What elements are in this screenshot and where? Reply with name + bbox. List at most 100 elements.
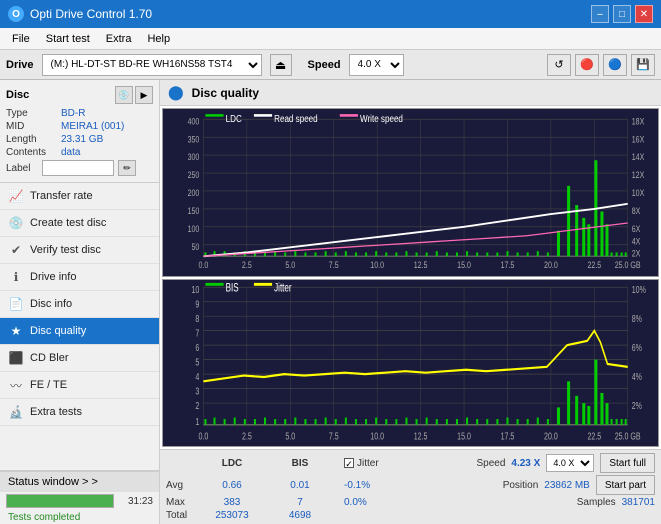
disc-quality-header-icon: ⬤ bbox=[168, 84, 184, 101]
speed-stat-val: 4.23 X bbox=[511, 458, 540, 469]
sidebar-item-cd-bler[interactable]: ⬛ CD Bler bbox=[0, 345, 159, 372]
svg-text:2: 2 bbox=[195, 399, 199, 411]
sidebar-item-label: Disc quality bbox=[30, 325, 86, 337]
sidebar-item-disc-info[interactable]: 📄 Disc info bbox=[0, 291, 159, 318]
sidebar-item-verify-test-disc[interactable]: ✔ Verify test disc bbox=[0, 237, 159, 264]
start-full-button[interactable]: Start full bbox=[600, 453, 655, 473]
disc-icon-btn-2[interactable]: ▶ bbox=[135, 86, 153, 104]
svg-text:25.0 GB: 25.0 GB bbox=[615, 260, 641, 270]
maximize-button[interactable]: □ bbox=[613, 5, 631, 23]
total-label: Total bbox=[166, 510, 198, 521]
svg-text:20.0: 20.0 bbox=[544, 429, 558, 441]
drive-action-buttons: ↺ 🔴 🔵 💾 bbox=[547, 54, 655, 76]
avg-ldc: 0.66 bbox=[198, 480, 266, 491]
svg-text:25.0 GB: 25.0 GB bbox=[615, 429, 641, 441]
sidebar-item-label: FE / TE bbox=[30, 379, 67, 391]
app-icon: O bbox=[8, 6, 24, 22]
jitter-checkbox[interactable]: ✓ bbox=[344, 458, 354, 468]
main-content: ⬤ Disc quality bbox=[160, 80, 661, 524]
svg-text:5.0: 5.0 bbox=[285, 429, 295, 441]
max-jitter: 0.0% bbox=[344, 497, 367, 508]
position-val: 23862 MB bbox=[544, 480, 590, 491]
disc-icon-btn-1[interactable]: 💿 bbox=[115, 86, 133, 104]
create-test-disc-icon: 💿 bbox=[8, 215, 24, 231]
start-part-button[interactable]: Start part bbox=[596, 475, 655, 495]
svg-text:4%: 4% bbox=[632, 370, 642, 382]
drive-bar: Drive (M:) HL-DT-ST BD-RE WH16NS58 TST4 … bbox=[0, 50, 661, 80]
charts-area: 400 350 300 250 200 150 100 50 18X 16X 1… bbox=[160, 106, 661, 449]
max-label: Max bbox=[166, 497, 198, 508]
svg-text:2.5: 2.5 bbox=[242, 429, 252, 441]
disc-label-key: Label bbox=[6, 163, 38, 174]
status-time: 31:23 bbox=[118, 496, 153, 507]
sidebar-item-create-test-disc[interactable]: 💿 Create test disc bbox=[0, 210, 159, 237]
svg-text:10.0: 10.0 bbox=[370, 260, 384, 270]
drive-label: Drive bbox=[6, 59, 34, 71]
eject-button[interactable]: ⏏ bbox=[270, 54, 292, 76]
svg-text:17.5: 17.5 bbox=[501, 429, 515, 441]
window-controls: – □ ✕ bbox=[591, 5, 653, 23]
sidebar-item-label: CD Bler bbox=[30, 352, 69, 364]
samples-label: Samples bbox=[577, 497, 616, 508]
svg-text:1: 1 bbox=[195, 415, 199, 427]
menu-extra[interactable]: Extra bbox=[98, 31, 140, 47]
speed-stat-select[interactable]: 4.0 X bbox=[546, 454, 594, 472]
svg-text:15.0: 15.0 bbox=[457, 429, 471, 441]
drive-info-icon: ℹ bbox=[8, 269, 24, 285]
transfer-rate-icon: 📈 bbox=[8, 188, 24, 204]
sidebar-item-disc-quality[interactable]: ★ Disc quality bbox=[0, 318, 159, 345]
svg-text:200: 200 bbox=[188, 188, 200, 198]
sidebar-item-drive-info[interactable]: ℹ Drive info bbox=[0, 264, 159, 291]
speed-stat-label: Speed bbox=[476, 458, 505, 469]
sidebar-item-extra-tests[interactable]: 🔬 Extra tests bbox=[0, 399, 159, 426]
close-button[interactable]: ✕ bbox=[635, 5, 653, 23]
sidebar-item-label: Transfer rate bbox=[30, 190, 93, 202]
svg-text:10.0: 10.0 bbox=[370, 429, 384, 441]
sidebar-item-label: Extra tests bbox=[30, 406, 82, 418]
sidebar: Disc 💿 ▶ Type BD-R MID MEIRA1 (001) Leng… bbox=[0, 80, 160, 524]
disc-quality-header: ⬤ Disc quality bbox=[160, 80, 661, 106]
svg-text:250: 250 bbox=[188, 170, 200, 180]
erase-button[interactable]: 🔵 bbox=[603, 54, 627, 76]
status-progress-bar bbox=[6, 494, 114, 508]
svg-text:12X: 12X bbox=[632, 170, 645, 180]
sidebar-item-fe-te[interactable]: 〰 FE / TE bbox=[0, 372, 159, 399]
drive-select[interactable]: (M:) HL-DT-ST BD-RE WH16NS58 TST4 bbox=[42, 54, 262, 76]
svg-text:10: 10 bbox=[192, 283, 200, 295]
verify-test-disc-icon: ✔ bbox=[8, 242, 24, 258]
svg-text:7: 7 bbox=[195, 327, 199, 339]
burn-button[interactable]: 🔴 bbox=[575, 54, 599, 76]
speed-label: Speed bbox=[308, 59, 341, 71]
disc-quality-title: Disc quality bbox=[192, 86, 259, 100]
menu-file[interactable]: File bbox=[4, 31, 38, 47]
sidebar-item-transfer-rate[interactable]: 📈 Transfer rate bbox=[0, 183, 159, 210]
svg-text:350: 350 bbox=[188, 135, 200, 145]
save-button[interactable]: 💾 bbox=[631, 54, 655, 76]
speed-select[interactable]: 4.0 X bbox=[349, 54, 404, 76]
menu-start-test[interactable]: Start test bbox=[38, 31, 98, 47]
menu-help[interactable]: Help bbox=[139, 31, 178, 47]
disc-length-val: 23.31 GB bbox=[61, 134, 103, 145]
disc-mid-key: MID bbox=[6, 121, 61, 132]
disc-label-edit-button[interactable]: ✏ bbox=[118, 160, 136, 176]
svg-text:400: 400 bbox=[188, 117, 200, 127]
stats-panel: LDC BIS ✓ Jitter Speed 4.23 X 4.0 X Star… bbox=[160, 449, 661, 524]
main-layout: Disc 💿 ▶ Type BD-R MID MEIRA1 (001) Leng… bbox=[0, 80, 661, 524]
svg-text:18X: 18X bbox=[632, 117, 645, 127]
svg-text:LDC: LDC bbox=[226, 113, 242, 124]
total-bis: 4698 bbox=[266, 510, 334, 521]
chart-ldc-svg: 400 350 300 250 200 150 100 50 18X 16X 1… bbox=[163, 109, 658, 276]
disc-label-input[interactable] bbox=[42, 160, 114, 176]
svg-text:5: 5 bbox=[195, 356, 199, 368]
refresh-button[interactable]: ↺ bbox=[547, 54, 571, 76]
disc-section-label: Disc bbox=[6, 89, 29, 101]
status-window-button[interactable]: Status window > > bbox=[0, 471, 159, 492]
disc-info-panel: Disc 💿 ▶ Type BD-R MID MEIRA1 (001) Leng… bbox=[0, 80, 159, 183]
minimize-button[interactable]: – bbox=[591, 5, 609, 23]
disc-length-key: Length bbox=[6, 134, 61, 145]
disc-type-key: Type bbox=[6, 108, 61, 119]
svg-text:9: 9 bbox=[195, 298, 199, 310]
svg-text:5.0: 5.0 bbox=[285, 260, 295, 270]
svg-text:BIS: BIS bbox=[226, 282, 239, 295]
svg-text:7.5: 7.5 bbox=[329, 429, 339, 441]
